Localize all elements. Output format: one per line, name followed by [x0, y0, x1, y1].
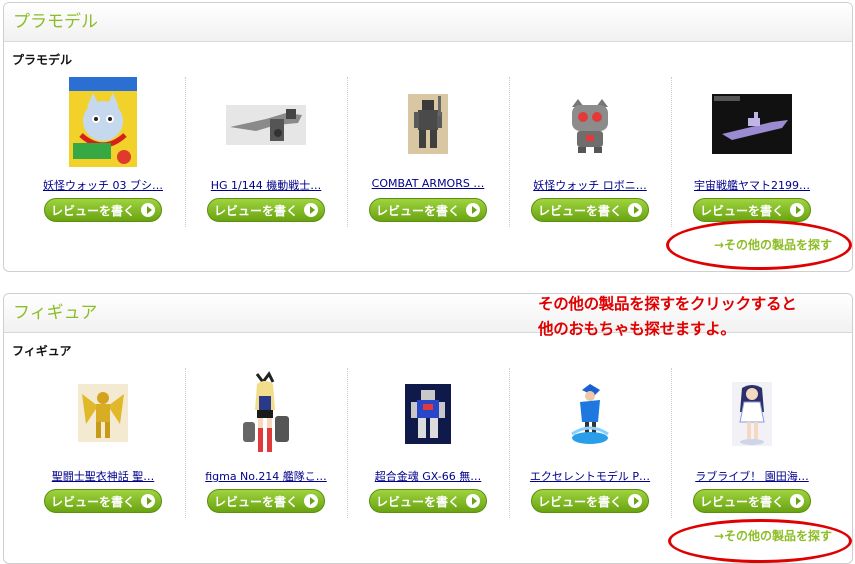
product-item: エクセレントモデル P… レビューを書く: [509, 368, 670, 518]
write-review-button[interactable]: レビューを書く: [531, 489, 649, 513]
write-review-button[interactable]: レビューを書く: [207, 198, 325, 222]
jibanyan-box-image[interactable]: [69, 77, 137, 167]
product-list: 妖怪ウォッチ 03 ブシ… レビューを書く HG 1/144 機動戦士… レビュ…: [23, 77, 833, 227]
write-review-button[interactable]: レビューを書く: [693, 489, 811, 513]
section-subtitle: プラモデル: [12, 53, 73, 67]
product-name-link[interactable]: 超合金魂 GX-66 無…: [348, 468, 508, 484]
product-item: ラブライブ！ 園田海… レビューを書く: [671, 368, 832, 518]
write-review-button[interactable]: レビューを書く: [531, 198, 649, 222]
product-name-link[interactable]: figma No.214 艦隊こ…: [186, 468, 346, 484]
product-item: 超合金魂 GX-66 無… レビューを書く: [347, 368, 508, 518]
review-button-label: レビューを書く: [537, 494, 622, 509]
idol-figure-image[interactable]: [732, 382, 772, 446]
product-item: 宇宙戦艦ヤマト2199… レビューを書く: [671, 77, 832, 227]
highlight-ellipse: [668, 519, 852, 563]
annotation-line: 他のおもちゃも探せますよ。: [538, 320, 736, 338]
combat-armor-image[interactable]: [408, 94, 448, 154]
review-button-label: レビューを書く: [375, 203, 460, 218]
pirate-figure-image[interactable]: [568, 382, 612, 446]
review-button-label: レビューを書く: [699, 494, 784, 509]
highlight-ellipse: [666, 220, 852, 270]
product-name-link[interactable]: エクセレントモデル P…: [510, 468, 670, 484]
product-name-link[interactable]: COMBAT ARMORS …: [348, 177, 508, 190]
battleship-image[interactable]: [712, 94, 792, 154]
product-list: 聖闘士聖衣神話 聖… レビューを書く figma No.214 艦隊こ… レビュ…: [23, 368, 833, 518]
review-button-label: レビューを書く: [375, 494, 460, 509]
section-header: プラモデル: [4, 3, 852, 42]
write-review-button[interactable]: レビューを書く: [369, 489, 487, 513]
mecha-kit-image[interactable]: [226, 105, 306, 145]
write-review-button[interactable]: レビューを書く: [693, 198, 811, 222]
review-button-label: レビューを書く: [213, 203, 298, 218]
product-name-link[interactable]: 妖怪ウォッチ 03 ブシ…: [23, 177, 183, 193]
product-item: figma No.214 艦隊こ… レビューを書く: [185, 368, 346, 518]
review-button-label: レビューを書く: [537, 203, 622, 218]
write-review-button[interactable]: レビューを書く: [44, 198, 162, 222]
play-arrow-icon: [141, 494, 155, 508]
product-item: 聖闘士聖衣神話 聖… レビューを書く: [23, 368, 183, 518]
gold-saint-figure-image[interactable]: [78, 384, 128, 442]
shimakaze-figure-image[interactable]: [239, 370, 293, 462]
play-arrow-icon: [304, 203, 318, 217]
write-review-button[interactable]: レビューを書く: [207, 489, 325, 513]
product-name-link[interactable]: 宇宙戦艦ヤマト2199…: [672, 177, 832, 193]
product-item: HG 1/144 機動戦士… レビューを書く: [185, 77, 346, 227]
annotation-line: その他の製品を探すをクリックすると: [538, 295, 797, 313]
play-arrow-icon: [304, 494, 318, 508]
review-button-label: レビューを書く: [699, 203, 784, 218]
product-name-link[interactable]: 聖闘士聖衣神話 聖…: [23, 468, 183, 484]
annotation-note: その他の製品を探すをクリックすると 他のおもちゃも探せますよ。: [538, 292, 853, 342]
play-arrow-icon: [790, 494, 804, 508]
play-arrow-icon: [466, 203, 480, 217]
robot-figure-image[interactable]: [405, 384, 451, 444]
play-arrow-icon: [628, 203, 642, 217]
product-name-link[interactable]: HG 1/144 機動戦士…: [186, 177, 346, 193]
section-subtitle: フィギュア: [12, 344, 72, 358]
play-arrow-icon: [141, 203, 155, 217]
product-name-link[interactable]: ラブライブ！ 園田海…: [672, 468, 832, 484]
robonyan-image[interactable]: [564, 97, 616, 155]
review-button-label: レビューを書く: [50, 494, 135, 509]
product-item: COMBAT ARMORS … レビューを書く: [347, 77, 508, 227]
product-item: 妖怪ウォッチ 03 ブシ… レビューを書く: [23, 77, 183, 227]
review-button-label: レビューを書く: [213, 494, 298, 509]
play-arrow-icon: [466, 494, 480, 508]
product-item: 妖怪ウォッチ ロボニ… レビューを書く: [509, 77, 670, 227]
write-review-button[interactable]: レビューを書く: [44, 489, 162, 513]
play-arrow-icon: [628, 494, 642, 508]
product-name-link[interactable]: 妖怪ウォッチ ロボニ…: [510, 177, 670, 193]
write-review-button[interactable]: レビューを書く: [369, 198, 487, 222]
play-arrow-icon: [790, 203, 804, 217]
review-button-label: レビューを書く: [50, 203, 135, 218]
